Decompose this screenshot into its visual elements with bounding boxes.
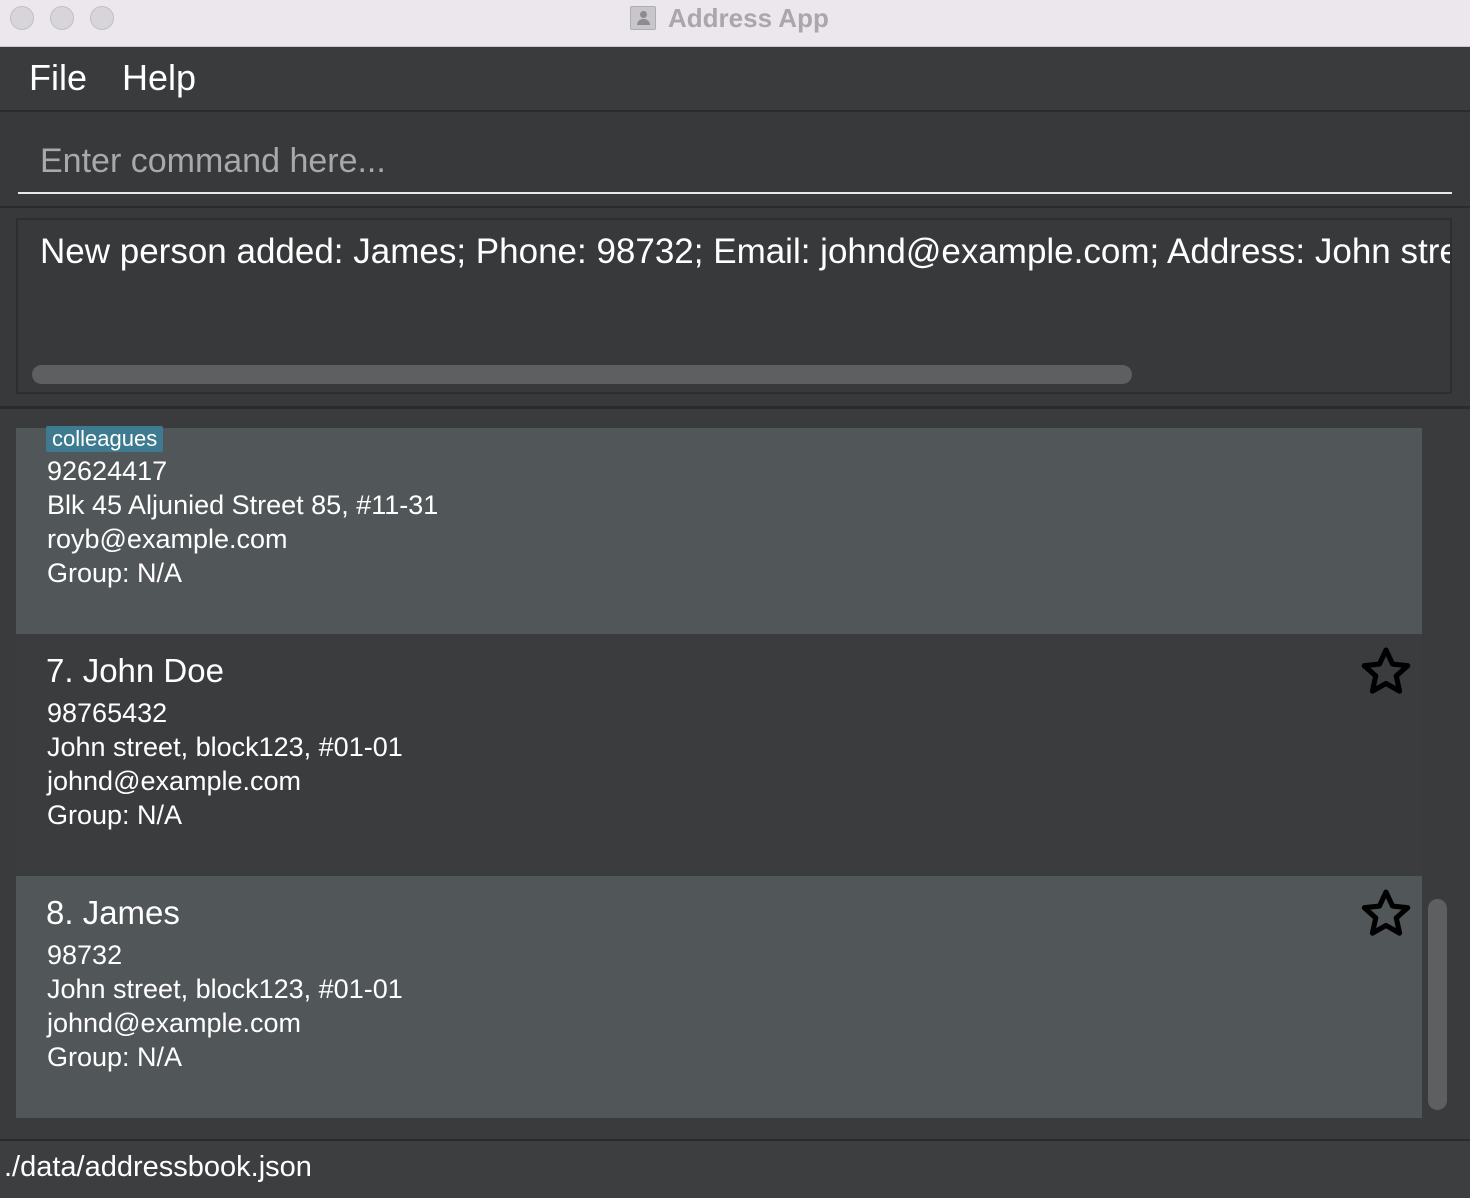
window-title: Address App bbox=[668, 2, 829, 33]
person-group: Group: N/A bbox=[47, 558, 183, 588]
status-bar: ./data/addressbook.json bbox=[0, 1139, 1470, 1198]
star-outline-icon[interactable] bbox=[1358, 644, 1414, 700]
result-message: New person added: James; Phone: 98732; E… bbox=[40, 232, 1450, 271]
address-book-icon bbox=[630, 6, 656, 30]
person-email: royb@example.com bbox=[47, 524, 288, 554]
person-phone: 92624417 bbox=[47, 456, 168, 486]
person-group: Group: N/A bbox=[47, 1042, 183, 1072]
tag-label: colleagues bbox=[46, 426, 164, 452]
close-window-button[interactable] bbox=[10, 6, 34, 30]
menu-bar: File Help bbox=[0, 47, 1470, 112]
vertical-scrollbar[interactable] bbox=[1428, 899, 1447, 1110]
person-name: 7. John Doe bbox=[46, 652, 224, 689]
person-email: johnd@example.com bbox=[47, 766, 302, 796]
person-card[interactable]: colleagues 92624417 Blk 45 Aljunied Stre… bbox=[16, 426, 1422, 634]
person-name: 8. James bbox=[46, 894, 180, 931]
person-address: Blk 45 Aljunied Street 85, #11-31 bbox=[47, 490, 439, 520]
window-title-group: Address App bbox=[630, 3, 829, 33]
zoom-window-button[interactable] bbox=[90, 6, 114, 30]
person-address: John street, block123, #01-01 bbox=[47, 732, 403, 762]
result-display[interactable]: New person added: James; Phone: 98732; E… bbox=[16, 218, 1452, 394]
person-card[interactable]: 8. James 98732 John street, block123, #0… bbox=[16, 876, 1422, 1118]
person-group: Group: N/A bbox=[47, 800, 183, 830]
save-location: ./data/addressbook.json bbox=[4, 1151, 312, 1183]
menu-file[interactable]: File bbox=[29, 57, 87, 99]
person-card[interactable]: 7. John Doe 98765432 John street, block1… bbox=[16, 634, 1422, 876]
command-box bbox=[0, 112, 1470, 208]
menu-help[interactable]: Help bbox=[122, 57, 196, 99]
title-bar: Address App bbox=[0, 0, 1470, 47]
person-email: johnd@example.com bbox=[47, 1008, 302, 1038]
person-phone: 98732 bbox=[47, 940, 123, 970]
horizontal-scrollbar[interactable] bbox=[32, 365, 1132, 384]
address-app-window: Address App File Help New person added: … bbox=[0, 0, 1470, 1198]
minimize-window-button[interactable] bbox=[50, 6, 74, 30]
person-address: John street, block123, #01-01 bbox=[47, 974, 403, 1004]
person-phone: 98765432 bbox=[47, 698, 168, 728]
command-input[interactable] bbox=[18, 130, 1452, 194]
person-list[interactable]: colleagues 92624417 Blk 45 Aljunied Stre… bbox=[0, 409, 1470, 1139]
star-outline-icon[interactable] bbox=[1358, 886, 1414, 942]
result-display-area: New person added: James; Phone: 98732; E… bbox=[0, 208, 1470, 409]
